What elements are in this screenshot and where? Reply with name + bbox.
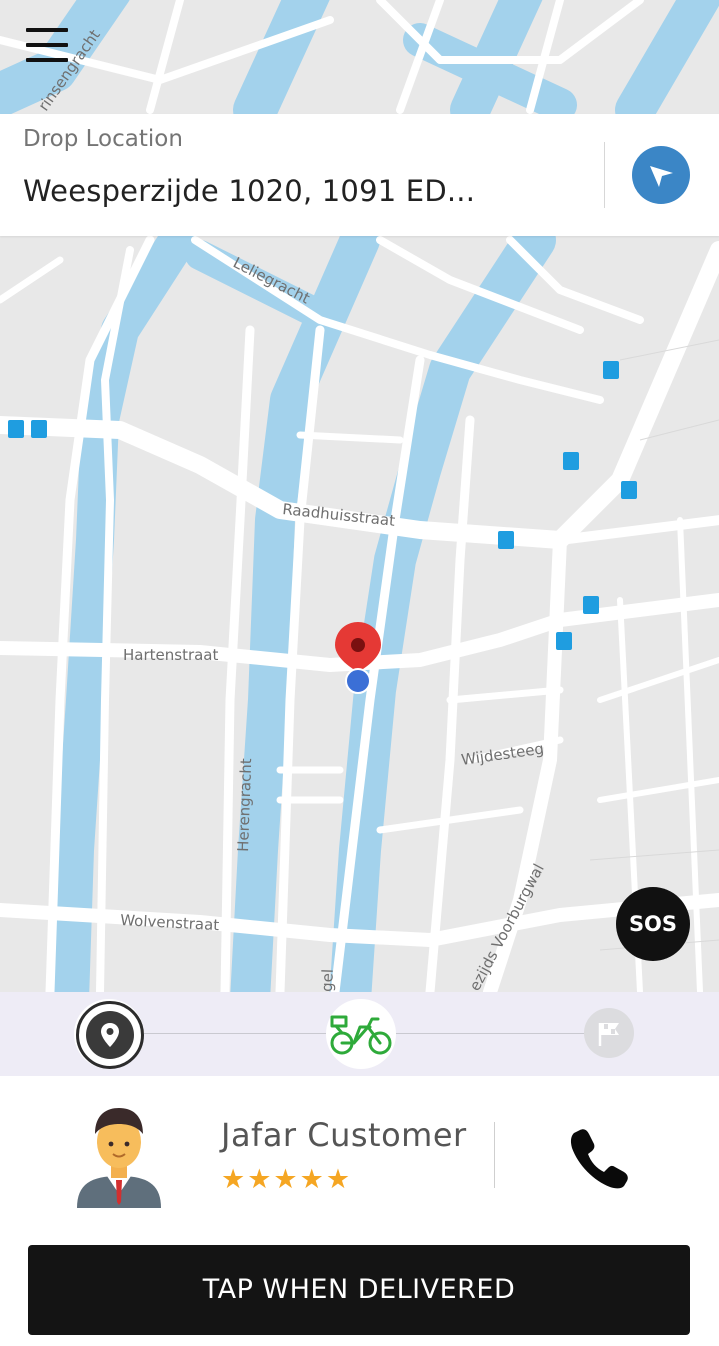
street-label-hartenstraat: Hartenstraat	[123, 646, 219, 664]
step-pickup	[74, 999, 144, 1069]
bicycle-icon	[330, 1015, 392, 1055]
current-location-dot	[345, 668, 371, 694]
phone-icon	[570, 1129, 628, 1189]
divider	[494, 1122, 495, 1188]
street-label-gel: gel	[318, 969, 337, 992]
divider	[604, 142, 605, 208]
navigate-button[interactable]	[632, 146, 690, 204]
drop-location-label: Drop Location	[23, 126, 183, 152]
customer-name: Jafar Customer	[221, 1116, 467, 1154]
checkered-flag-icon	[598, 1023, 619, 1046]
drop-location-address[interactable]: Weesperzijde 1020, 1091 ED...	[23, 174, 475, 208]
tap-when-delivered-button[interactable]: TAP WHEN DELIVERED	[28, 1245, 690, 1335]
delivery-progress	[0, 992, 719, 1076]
step-destination	[584, 1008, 634, 1058]
navigation-arrow-icon	[650, 166, 673, 187]
drop-location-card[interactable]: Drop Location Weesperzijde 1020, 1091 ED…	[0, 114, 719, 236]
customer-rating-stars: ★★★★★	[221, 1164, 353, 1195]
location-pin-icon	[101, 1023, 119, 1047]
street-label-herengracht: Herengracht	[234, 758, 255, 852]
avatar	[77, 1108, 161, 1208]
call-button[interactable]	[566, 1126, 630, 1190]
step-in-transit	[326, 999, 396, 1069]
sos-button[interactable]: SOS	[616, 887, 690, 961]
customer-info: Jafar Customer ★★★★★	[0, 1076, 719, 1236]
menu-icon[interactable]	[22, 28, 72, 72]
